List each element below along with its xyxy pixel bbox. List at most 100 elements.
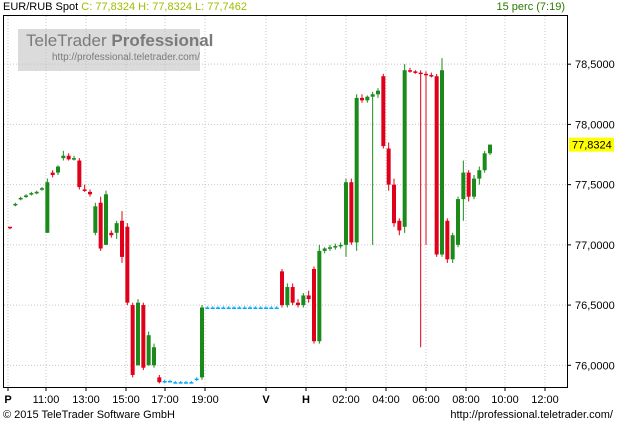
candle-body	[328, 247, 332, 249]
candle-body	[226, 307, 231, 309]
x-tick-label: 10:00	[491, 394, 519, 406]
candle-body	[66, 155, 71, 160]
y-tick-label: 76,5000	[575, 300, 615, 312]
logo-url: http://professional.teletrader.com/	[52, 52, 200, 63]
candle-body	[472, 178, 476, 197]
candle-body	[301, 295, 306, 306]
x-tick-label: 06:00	[412, 394, 440, 406]
copyright-text: © 2015 TeleTrader Software GmbH	[3, 409, 175, 421]
x-tick-label: 02:00	[332, 394, 360, 406]
candle-body	[376, 90, 380, 95]
candle-body	[29, 193, 34, 195]
chart-window: EUR/RUB Spot C: 77,8324 H: 77,8324 L: 77…	[0, 0, 617, 426]
candle-body	[386, 148, 391, 185]
candle-body	[269, 307, 274, 309]
candle-body	[413, 71, 418, 73]
candle-body	[8, 226, 12, 229]
candle-body	[200, 307, 204, 378]
candle-body	[61, 155, 66, 159]
candle-body	[392, 184, 396, 224]
candle-body	[365, 96, 370, 101]
candle-body	[18, 197, 23, 200]
candle-body	[189, 382, 194, 384]
candle-body	[440, 70, 444, 255]
candle-body	[312, 268, 316, 342]
teletrader-logo: TeleTrader Professional http://professio…	[18, 29, 213, 71]
candle-body	[418, 72, 423, 75]
candle-body	[338, 244, 343, 247]
footer-url: http://professional.teletrader.com/	[450, 409, 613, 421]
candle-body	[88, 191, 92, 195]
candle-body	[232, 307, 236, 309]
candle-body	[370, 94, 375, 97]
candle-body	[360, 97, 364, 101]
candle-body	[322, 248, 327, 251]
candle-body	[450, 235, 455, 260]
x-tick-label: 17:00	[151, 394, 179, 406]
candle-body	[98, 202, 103, 249]
x-tick-label: 11:00	[33, 394, 60, 406]
candle-body	[242, 307, 247, 309]
candle-body	[381, 76, 386, 147]
candle-body	[482, 153, 487, 171]
y-tick-label: 78,5000	[575, 59, 615, 71]
candle-body	[456, 199, 460, 245]
candle-body	[248, 307, 252, 309]
x-tick-label: 13:00	[72, 394, 100, 406]
candle-body	[477, 170, 482, 179]
y-tick-label: 77,5000	[575, 180, 615, 192]
y-tick-label: 78,0000	[575, 119, 615, 131]
candle-body	[146, 335, 151, 366]
candle-body	[40, 188, 44, 190]
candle-body	[306, 295, 311, 300]
y-tick-label: 77,0000	[575, 240, 615, 252]
logo-name-bold: Professional	[111, 31, 214, 50]
candle-body	[461, 172, 466, 200]
candle-body	[221, 307, 226, 309]
x-tick-label: 08:00	[452, 394, 480, 406]
candle-body	[82, 189, 87, 191]
candle-body	[157, 377, 162, 383]
candle-body	[130, 305, 135, 375]
candle-body	[290, 287, 295, 303]
candle-body	[152, 347, 156, 366]
candle-body	[168, 380, 172, 383]
candle-body	[466, 172, 471, 197]
candle-body	[253, 307, 258, 309]
x-tick-label: V	[262, 394, 270, 406]
candle-body	[45, 182, 50, 233]
candle-body	[333, 246, 338, 248]
candle-body	[274, 307, 279, 309]
candle-body	[125, 226, 130, 303]
x-tick-label: 15:00	[112, 394, 140, 406]
candle-body	[93, 206, 98, 233]
candle-body	[344, 182, 348, 245]
candle-body	[13, 203, 18, 206]
candle-body	[317, 250, 322, 342]
x-tick-label: 12:00	[531, 394, 559, 406]
candle-body	[445, 220, 450, 260]
candle-body	[264, 307, 268, 309]
candle-body	[24, 195, 28, 197]
candle-body	[488, 144, 492, 154]
candle-body	[72, 158, 76, 160]
candle-body	[178, 382, 183, 384]
chart-footer: © 2015 TeleTrader Software GmbH http://p…	[0, 407, 617, 426]
candle-body	[194, 378, 199, 381]
x-tick-label: 19:00	[191, 394, 219, 406]
candle-body	[434, 76, 439, 255]
candle-body	[184, 382, 188, 384]
candle-body	[285, 287, 290, 306]
candle-body	[397, 220, 402, 231]
candle-body	[424, 73, 428, 76]
candle-body	[210, 307, 215, 309]
candle-body	[216, 307, 220, 309]
x-tick-label: P	[4, 394, 11, 406]
y-tick-label: 76,0000	[575, 360, 615, 372]
candle-body	[349, 182, 354, 243]
candle-body	[402, 70, 407, 227]
candle-body	[162, 380, 167, 383]
candle-body	[120, 220, 124, 257]
candle-body	[136, 302, 140, 366]
candle-body	[104, 194, 108, 245]
